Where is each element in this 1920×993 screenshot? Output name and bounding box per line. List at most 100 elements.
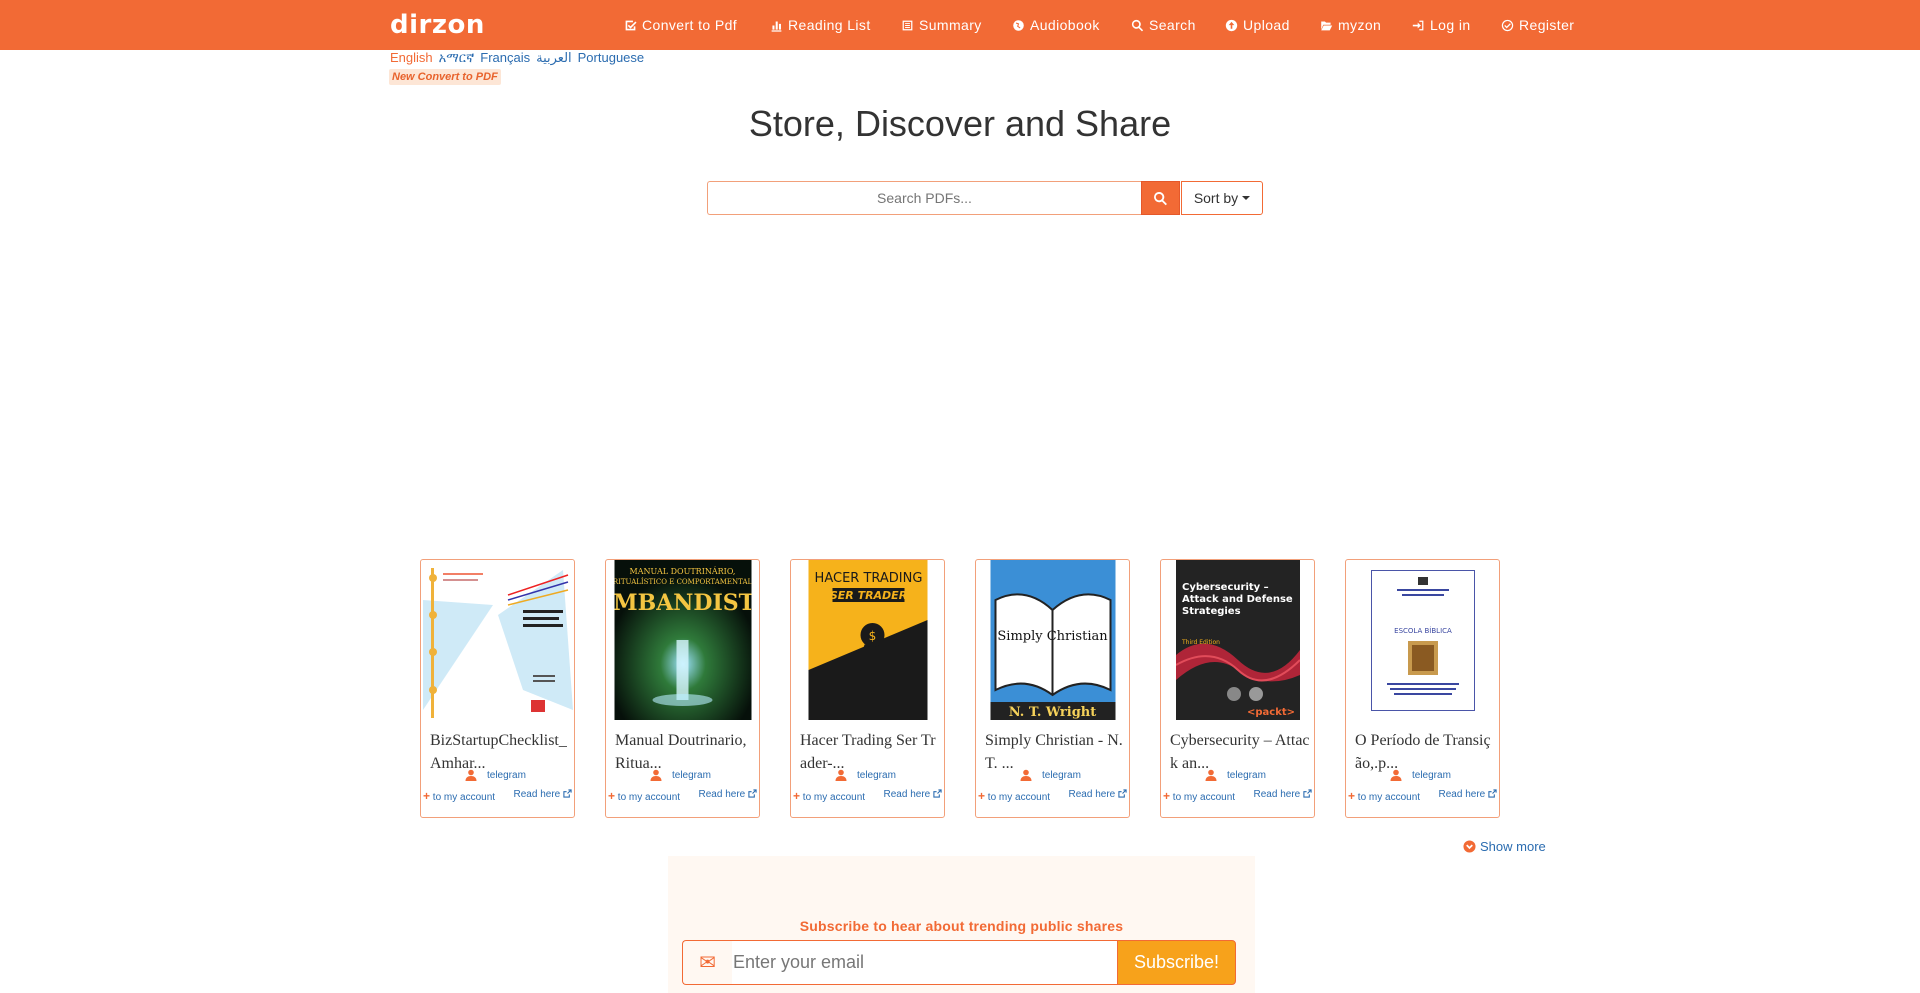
chevron-circle-down-icon [1463, 840, 1476, 853]
upload-icon [1225, 19, 1238, 31]
uploader-name[interactable]: telegram [1042, 770, 1081, 781]
search-button[interactable] [1141, 181, 1180, 215]
card-actions: + to my account Read here [978, 789, 1127, 803]
pdf-card: MANUAL DOUTRINÁRIO, RITUALÍSTICO E COMPO… [605, 559, 760, 818]
add-to-account-link[interactable]: + to my account [423, 789, 495, 803]
card-uploader: telegram [1020, 769, 1081, 781]
plus-icon: + [423, 789, 431, 803]
user-icon [1205, 769, 1217, 781]
cover-line-4: Third Edition [1181, 639, 1220, 646]
lang-arabic[interactable]: العربية [536, 50, 572, 66]
nav-log-in[interactable]: Log in [1412, 15, 1471, 35]
user-icon [650, 769, 662, 781]
pdf-card: Cybersecurity – Attack and Defense Strat… [1160, 559, 1315, 818]
cover-line-2: Attack and Defense [1182, 594, 1293, 605]
pdf-card: ESCOLA BÍBLICA O Período de Transição,.p… [1345, 559, 1500, 818]
subscribe-title: Subscribe to hear about trending public … [799, 918, 1124, 934]
external-link-icon [1488, 789, 1497, 798]
cover-line-1: MANUAL DOUTRINÁRIO, [629, 567, 735, 576]
uploader-name[interactable]: telegram [1227, 770, 1266, 781]
lang-portuguese[interactable]: Portuguese [578, 50, 645, 66]
read-here-link[interactable]: Read here [699, 789, 757, 803]
read-here-link[interactable]: Read here [1439, 789, 1497, 803]
nav-register[interactable]: Register [1501, 15, 1574, 35]
bar-chart-icon [771, 20, 782, 32]
uploader-name[interactable]: telegram [857, 770, 896, 781]
book-cover[interactable]: MANUAL DOUTRINÁRIO, RITUALÍSTICO E COMPO… [614, 560, 751, 720]
check-square-icon [625, 20, 637, 30]
read-here-link[interactable]: Read here [884, 789, 942, 803]
subscribe-button[interactable]: Subscribe! [1117, 940, 1236, 985]
search-input[interactable] [707, 181, 1141, 215]
book-cover[interactable] [422, 560, 573, 720]
show-more-link[interactable]: Show more [1463, 839, 1546, 854]
nav-upload[interactable]: Upload [1225, 15, 1290, 35]
external-link-icon [933, 789, 942, 798]
read-here-link[interactable]: Read here [1069, 789, 1127, 803]
nav-convert-to-pdf[interactable]: Convert to Pdf [624, 15, 737, 35]
add-to-account-link[interactable]: + to my account [1348, 789, 1420, 803]
book-cover[interactable]: Simply Christian N. T. Wright [990, 560, 1115, 720]
cover-line-5: <packt> [1246, 707, 1294, 718]
lang-amharic[interactable]: አማርኛ [439, 50, 475, 66]
caret-down-icon [1242, 196, 1251, 200]
pdf-card: HACER TRADING SER TRADER $ Hacer Trading… [790, 559, 945, 818]
page-title: Store, Discover and Share [748, 103, 1172, 144]
nav-audiobook[interactable]: Audiobook [1012, 15, 1100, 35]
lang-french[interactable]: Français [480, 50, 530, 66]
cover-line-3: Strategies [1182, 606, 1241, 617]
nav-search[interactable]: Search [1131, 15, 1196, 35]
add-to-account-link[interactable]: + to my account [978, 789, 1050, 803]
add-to-account-link[interactable]: + to my account [608, 789, 680, 803]
book-cover[interactable]: Cybersecurity – Attack and Defense Strat… [1175, 560, 1300, 720]
cover-line-1: Cybersecurity – [1182, 582, 1269, 593]
nav-reading-list[interactable]: Reading List [770, 15, 871, 35]
book-cover[interactable]: ESCOLA BÍBLICA [1370, 570, 1475, 711]
external-link-icon [1118, 789, 1127, 798]
read-here-link[interactable]: Read here [1254, 789, 1312, 803]
search-icon [1131, 19, 1144, 31]
add-to-account-link[interactable]: + to my account [1163, 789, 1235, 803]
plus-icon: + [1348, 789, 1356, 803]
language-switcher: English አማርኛ Français العربية Portuguese [390, 50, 644, 66]
card-actions: + to my account Read here [1348, 789, 1497, 803]
external-link-icon [1303, 789, 1312, 798]
book-cover[interactable]: HACER TRADING SER TRADER $ [808, 560, 927, 720]
subscribe-form: ✉ Enter your email Subscribe! [682, 940, 1236, 985]
globe-icon [1013, 19, 1024, 31]
search-bar: Sort by [707, 181, 1263, 215]
nav-summary[interactable]: Summary [901, 15, 982, 35]
card-actions: + to my account Read here [1163, 789, 1312, 803]
uploader-name[interactable]: telegram [1412, 770, 1451, 781]
logo[interactable]: dirzon [390, 10, 485, 40]
plus-icon: + [608, 789, 616, 803]
uploader-name[interactable]: telegram [672, 770, 711, 781]
plus-icon: + [793, 789, 801, 803]
envelope-icon: ✉ [682, 940, 732, 985]
sign-in-icon [1412, 20, 1424, 30]
nav-myzon[interactable]: myzon [1320, 15, 1381, 35]
cover-line-2: N. T. Wright [1008, 705, 1096, 720]
card-uploader: telegram [465, 769, 526, 781]
external-link-icon [563, 789, 572, 798]
read-here-link[interactable]: Read here [514, 789, 572, 803]
sort-by-dropdown[interactable]: Sort by [1181, 181, 1263, 215]
card-actions: + to my account Read here [423, 789, 572, 803]
user-icon [1020, 769, 1032, 781]
user-icon [835, 769, 847, 781]
cover-line-1: Simply Christian [997, 629, 1108, 644]
card-uploader: telegram [835, 769, 896, 781]
uploader-name[interactable]: telegram [487, 770, 526, 781]
cover-line-1: ESCOLA BÍBLICA [1394, 626, 1452, 635]
plus-icon: + [978, 789, 986, 803]
folder-open-icon [1320, 20, 1333, 30]
top-navbar: dirzon Convert to Pdf Reading List Summa… [0, 0, 1920, 50]
lang-english[interactable]: English [390, 50, 433, 66]
card-actions: + to my account Read here [608, 789, 757, 803]
new-convert-badge[interactable]: New Convert to PDF [389, 69, 501, 85]
add-to-account-link[interactable]: + to my account [793, 789, 865, 803]
pdf-card: Simply Christian N. T. Wright Simply Chr… [975, 559, 1130, 818]
search-icon [1154, 191, 1167, 205]
card-uploader: telegram [1390, 769, 1451, 781]
email-input[interactable]: Enter your email [732, 940, 1117, 985]
